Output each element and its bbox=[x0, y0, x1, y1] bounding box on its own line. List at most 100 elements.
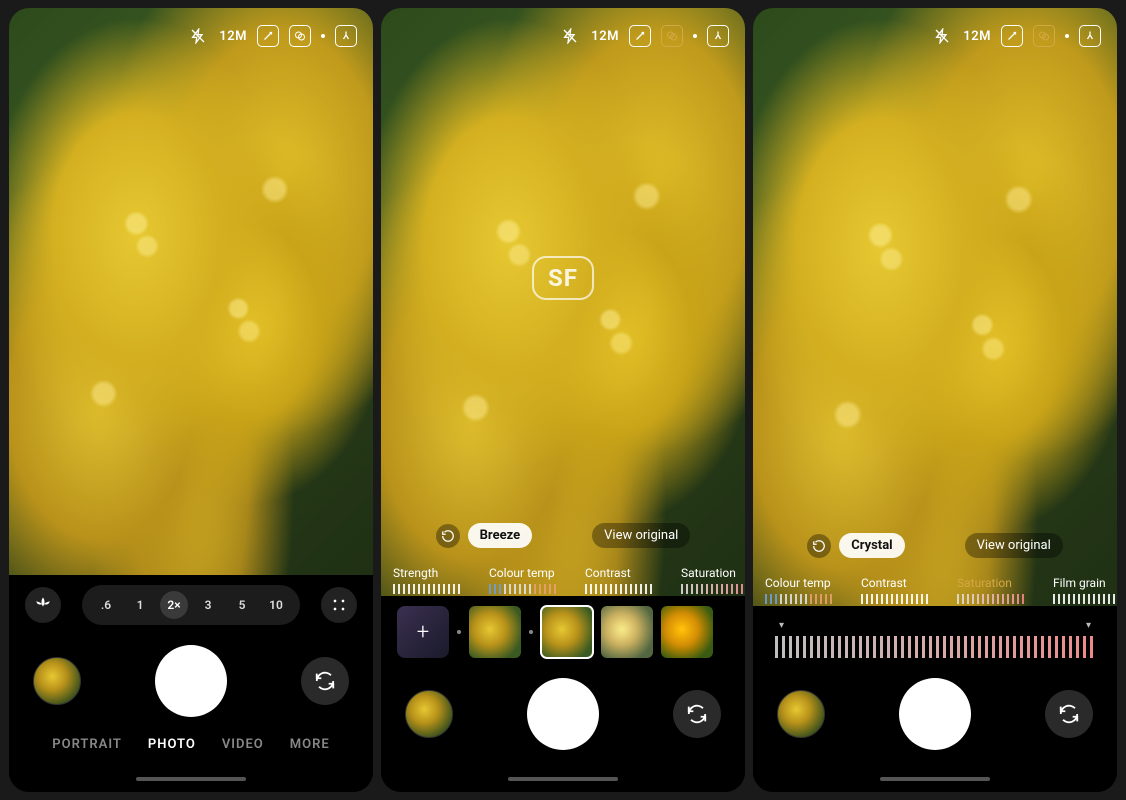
mode-option-active[interactable]: PHOTO bbox=[148, 737, 196, 752]
slider-markers bbox=[775, 620, 1095, 630]
settings-quick-icon[interactable] bbox=[335, 25, 357, 47]
flash-off-icon[interactable] bbox=[931, 25, 953, 47]
view-original-button[interactable]: View original bbox=[592, 523, 690, 548]
separator-dot bbox=[457, 630, 461, 634]
filter-name-chip[interactable]: Crystal bbox=[839, 533, 904, 558]
add-filter-button[interactable]: + bbox=[397, 606, 449, 658]
current-filter-chip-group: Breeze bbox=[436, 523, 533, 548]
view-original-button[interactable]: View original bbox=[965, 533, 1063, 558]
camera-screen-slider: 12M Crystal View original Colour temp bbox=[753, 8, 1117, 792]
slider-track-icon[interactable] bbox=[775, 636, 1095, 658]
zoom-option[interactable]: 3 bbox=[194, 591, 222, 619]
raw-icon[interactable] bbox=[257, 25, 279, 47]
switch-camera-button[interactable] bbox=[673, 690, 721, 738]
separator-dot bbox=[693, 34, 697, 38]
ticks-icon bbox=[1053, 594, 1117, 604]
filter-thumbnail[interactable] bbox=[661, 606, 713, 658]
ticks-icon bbox=[681, 584, 745, 594]
camera-screen-filter-strip: 12M SF Breeze View original Strength bbox=[381, 8, 745, 792]
macro-button[interactable] bbox=[25, 587, 61, 623]
zoom-option[interactable]: 1 bbox=[126, 591, 154, 619]
shutter-row bbox=[397, 672, 729, 756]
separator-dot bbox=[1065, 34, 1069, 38]
separator-dot bbox=[529, 630, 533, 634]
adjust-contrast[interactable]: Contrast bbox=[861, 576, 937, 604]
gallery-thumbnail[interactable] bbox=[777, 690, 825, 738]
resolution-label[interactable]: 12M bbox=[219, 29, 247, 44]
filter-thumbnail-selected[interactable] bbox=[541, 606, 593, 658]
raw-icon[interactable] bbox=[629, 25, 651, 47]
reset-filter-icon[interactable] bbox=[807, 534, 831, 558]
zoom-option[interactable]: .6 bbox=[92, 591, 120, 619]
shutter-button[interactable] bbox=[899, 678, 971, 750]
filter-picker-icon-active[interactable] bbox=[661, 25, 683, 47]
resolution-label[interactable]: 12M bbox=[591, 29, 619, 44]
adjust-saturation-active[interactable]: Saturation bbox=[957, 576, 1033, 604]
chevron-down-icon bbox=[1086, 620, 1091, 630]
zoom-selector: .6 1 2× 3 5 10 bbox=[82, 585, 300, 625]
adjust-colour-temp[interactable]: Colour temp bbox=[765, 576, 841, 604]
flash-off-icon[interactable] bbox=[187, 25, 209, 47]
ticks-icon bbox=[957, 594, 1027, 604]
settings-quick-icon[interactable] bbox=[707, 25, 729, 47]
camera-screen-main: 12M .6 1 2× 3 5 10 bbox=[9, 8, 373, 792]
filter-chip-row: Crystal View original bbox=[753, 523, 1117, 568]
shutter-row bbox=[769, 672, 1101, 756]
zoom-option[interactable]: 10 bbox=[262, 591, 290, 619]
bottom-panel: + bbox=[381, 596, 745, 792]
ticks-icon bbox=[489, 584, 559, 594]
zoom-option-active[interactable]: 2× bbox=[160, 591, 188, 619]
settings-quick-icon[interactable] bbox=[1079, 25, 1101, 47]
home-indicator[interactable] bbox=[25, 770, 357, 788]
mode-option[interactable]: PORTRAIT bbox=[52, 737, 122, 752]
aspect-ratio-button[interactable] bbox=[321, 587, 357, 623]
filter-thumbnail-strip: + bbox=[397, 606, 729, 658]
switch-camera-button[interactable] bbox=[301, 657, 349, 705]
home-indicator[interactable] bbox=[769, 770, 1101, 788]
top-toolbar: 12M bbox=[9, 8, 373, 64]
home-indicator[interactable] bbox=[397, 770, 729, 788]
shutter-button[interactable] bbox=[527, 678, 599, 750]
viewfinder[interactable]: Crystal View original Colour temp Contra… bbox=[753, 8, 1117, 606]
adjustment-row: Colour temp Contrast Saturation Film gra… bbox=[753, 568, 1117, 606]
viewfinder[interactable]: SF Breeze View original Strength Colour … bbox=[381, 8, 745, 596]
filter-picker-icon-active[interactable] bbox=[1033, 25, 1055, 47]
mode-option[interactable]: MORE bbox=[290, 737, 330, 752]
filter-picker-icon[interactable] bbox=[289, 25, 311, 47]
adjustment-row: Strength Colour temp Contrast Saturation… bbox=[381, 558, 745, 596]
shutter-button[interactable] bbox=[155, 645, 227, 717]
gallery-thumbnail[interactable] bbox=[405, 690, 453, 738]
shutter-row bbox=[25, 639, 357, 723]
viewfinder[interactable] bbox=[9, 8, 373, 575]
ticks-icon bbox=[861, 594, 931, 604]
adjust-film-grain[interactable]: Film grain bbox=[1053, 576, 1117, 604]
gallery-thumbnail[interactable] bbox=[33, 657, 81, 705]
zoom-option[interactable]: 5 bbox=[228, 591, 256, 619]
adjust-contrast[interactable]: Contrast bbox=[585, 566, 661, 594]
mode-option[interactable]: VIDEO bbox=[222, 737, 264, 752]
filter-thumbnail[interactable] bbox=[469, 606, 521, 658]
filter-thumbnail[interactable] bbox=[601, 606, 653, 658]
resolution-label[interactable]: 12M bbox=[963, 29, 991, 44]
ticks-icon bbox=[393, 584, 463, 594]
flash-off-icon[interactable] bbox=[559, 25, 581, 47]
adjust-colour-temp[interactable]: Colour temp bbox=[489, 566, 565, 594]
ticks-icon bbox=[585, 584, 655, 594]
saturation-slider[interactable] bbox=[769, 616, 1101, 658]
reset-filter-icon[interactable] bbox=[436, 524, 460, 548]
bottom-panel bbox=[753, 606, 1117, 792]
adjust-strength[interactable]: Strength bbox=[393, 566, 469, 594]
adjust-saturation[interactable]: Saturation bbox=[681, 566, 745, 594]
separator-dot bbox=[321, 34, 325, 38]
chevron-down-icon bbox=[779, 620, 784, 630]
filter-chip-row: Breeze View original bbox=[381, 513, 745, 558]
zoom-row: .6 1 2× 3 5 10 bbox=[25, 585, 357, 625]
ticks-icon bbox=[765, 594, 835, 604]
bottom-panel: .6 1 2× 3 5 10 PORTRAIT PHOTO VIDEO MORE bbox=[9, 575, 373, 792]
switch-camera-button[interactable] bbox=[1045, 690, 1093, 738]
filter-name-chip[interactable]: Breeze bbox=[468, 523, 533, 548]
watermark: SF bbox=[532, 256, 594, 300]
raw-icon[interactable] bbox=[1001, 25, 1023, 47]
top-toolbar: 12M bbox=[753, 8, 1117, 64]
top-toolbar: 12M bbox=[381, 8, 745, 64]
